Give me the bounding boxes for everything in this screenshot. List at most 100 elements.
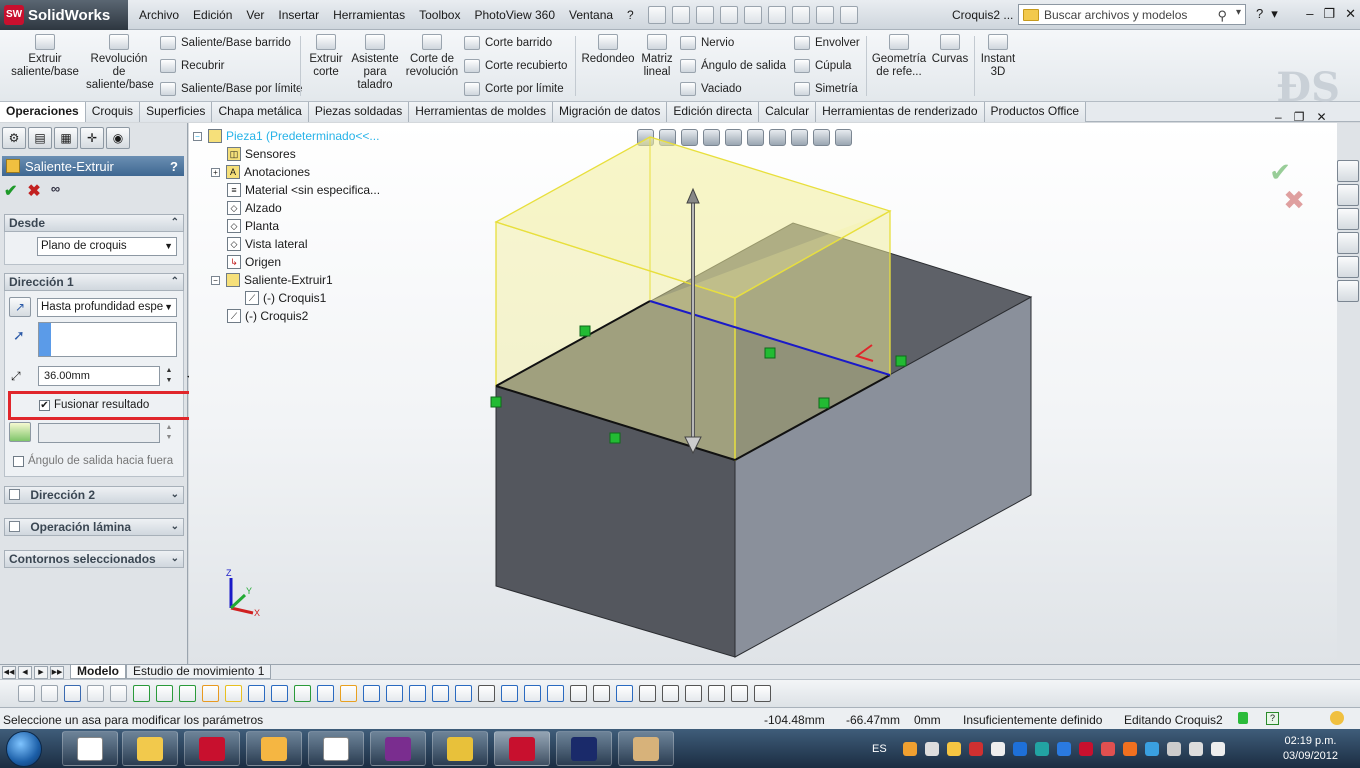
- menu-insertar[interactable]: Insertar: [271, 8, 326, 22]
- tray-icon[interactable]: [902, 741, 917, 756]
- undo-icon[interactable]: [744, 6, 762, 24]
- tab-migracion-datos[interactable]: Migración de datos: [552, 102, 668, 122]
- relation-icon[interactable]: [133, 685, 150, 702]
- tab-croquis[interactable]: Croquis: [85, 102, 141, 122]
- group-direccion-1[interactable]: Dirección 1 ⌃: [4, 273, 184, 291]
- custom-properties-icon[interactable]: [1337, 280, 1359, 302]
- tab-herramientas-moldes[interactable]: Herramientas de moldes: [409, 102, 553, 122]
- relation-icon[interactable]: [685, 685, 702, 702]
- relation-marker[interactable]: [895, 355, 907, 367]
- relation-icon[interactable]: [524, 685, 541, 702]
- extrude-cut-button[interactable]: Extruir corte: [306, 34, 346, 79]
- menu-herramientas[interactable]: Herramientas: [326, 8, 412, 22]
- relation-icon[interactable]: [340, 685, 357, 702]
- relation-icon[interactable]: [271, 685, 288, 702]
- restore-icon[interactable]: ❐: [1323, 6, 1335, 22]
- rebuild-icon[interactable]: [792, 6, 810, 24]
- taskbar-app-winrar[interactable]: [370, 731, 426, 766]
- tray-icon[interactable]: [946, 741, 961, 756]
- wrap-button[interactable]: Envolver: [794, 36, 860, 50]
- fillet-button[interactable]: Redondeo: [580, 34, 636, 66]
- relation-icon[interactable]: [317, 685, 334, 702]
- shell-button[interactable]: Vaciado: [680, 82, 742, 96]
- relation-icon[interactable]: [754, 685, 771, 702]
- taskbar-app-viewer[interactable]: [556, 731, 612, 766]
- menu-archivo[interactable]: Archivo: [132, 8, 186, 22]
- dome-button[interactable]: Cúpula: [794, 59, 851, 73]
- relation-marker[interactable]: [490, 396, 502, 408]
- collapse-icon[interactable]: ⌃: [171, 215, 179, 231]
- relation-marker[interactable]: [764, 347, 776, 359]
- revolve-cut-button[interactable]: Corte de revolución: [404, 34, 460, 79]
- from-select[interactable]: Plano de croquis ▼: [37, 237, 177, 256]
- merge-result-checkbox[interactable]: ✔ Fusionar resultado: [39, 399, 149, 411]
- file-properties-icon[interactable]: [816, 6, 834, 24]
- view-palette-icon[interactable]: [1337, 232, 1359, 254]
- reference-geometry-button[interactable]: Geometría de refe...: [870, 34, 928, 79]
- home-icon[interactable]: [1337, 160, 1359, 182]
- swept-boss-button[interactable]: Saliente/Base barrido: [160, 36, 291, 50]
- tab-edicion-directa[interactable]: Edición directa: [667, 102, 760, 122]
- save-icon[interactable]: [696, 6, 714, 24]
- taskbar-app-acrobat[interactable]: [184, 731, 240, 766]
- tray-icon[interactable]: [1166, 741, 1181, 756]
- revolve-boss-button[interactable]: Revolución de saliente/base: [86, 34, 154, 92]
- display-manager-icon[interactable]: ◉: [106, 127, 130, 149]
- tab-calcular[interactable]: Calcular: [759, 102, 817, 122]
- previous-tab-icon[interactable]: ◀: [18, 665, 32, 679]
- close-icon[interactable]: ✕: [1345, 6, 1356, 22]
- help-icon[interactable]: ?: [1256, 6, 1263, 22]
- quick-tips-icon[interactable]: ?: [1266, 712, 1279, 725]
- restore-icon[interactable]: ❐: [1294, 110, 1305, 124]
- relation-icon[interactable]: [570, 685, 587, 702]
- relation-icon[interactable]: [478, 685, 495, 702]
- close-icon[interactable]: ✕: [1316, 110, 1326, 124]
- tab-piezas-soldadas[interactable]: Piezas soldadas: [308, 102, 410, 122]
- tab-productos-office[interactable]: Productos Office: [984, 102, 1086, 122]
- depth-spinner[interactable]: ▲ ▼: [163, 366, 175, 386]
- rebuild-status-icon[interactable]: [1238, 712, 1248, 724]
- open-document-icon[interactable]: [672, 6, 690, 24]
- relation-icon[interactable]: [409, 685, 426, 702]
- filter-icon[interactable]: [64, 685, 81, 702]
- draft-on-off-icon[interactable]: [9, 422, 31, 442]
- extrude-boss-button[interactable]: Extruir saliente/base: [8, 34, 82, 79]
- direction-selection-box[interactable]: [38, 322, 177, 357]
- tray-icon[interactable]: [1144, 741, 1159, 756]
- taskbar-app-outlook[interactable]: [246, 731, 302, 766]
- relation-icon[interactable]: [616, 685, 633, 702]
- cancel-x-icon[interactable]: ✖: [27, 181, 40, 201]
- group-contornos-seleccionados[interactable]: Contornos seleccionados ⌄: [4, 550, 184, 568]
- relation-icon[interactable]: [501, 685, 518, 702]
- tray-icon[interactable]: [924, 741, 939, 756]
- collapse-icon[interactable]: ⌃: [171, 274, 179, 290]
- network-icon[interactable]: [1210, 741, 1225, 756]
- relation-icon[interactable]: [708, 685, 725, 702]
- relation-icon[interactable]: [662, 685, 679, 702]
- relation-icon[interactable]: [156, 685, 173, 702]
- speaker-icon[interactable]: [1188, 741, 1203, 756]
- taskbar-app-paint[interactable]: [618, 731, 674, 766]
- taskbar-app-solidworks[interactable]: [494, 731, 550, 766]
- merge-result-box[interactable]: ✔: [39, 399, 50, 411]
- configuration-manager-icon[interactable]: ▦: [54, 127, 78, 149]
- group-operacion-lamina[interactable]: Operación lámina ⌄: [4, 518, 184, 536]
- end-condition-select[interactable]: Hasta profundidad espe ▼: [37, 298, 177, 317]
- detailed-preview-icon[interactable]: ∞: [51, 181, 60, 201]
- relation-marker[interactable]: [818, 397, 830, 409]
- relation-icon[interactable]: [639, 685, 656, 702]
- last-tab-icon[interactable]: ▶▶: [50, 665, 64, 679]
- search-icon[interactable]: ⚲: [1217, 8, 1227, 24]
- next-tab-icon[interactable]: ▶: [34, 665, 48, 679]
- expand-icon[interactable]: ⌄: [171, 487, 179, 503]
- relation-icon[interactable]: [432, 685, 449, 702]
- group-direccion-2[interactable]: Dirección 2 ⌄: [4, 486, 184, 504]
- minimize-icon[interactable]: –: [1306, 6, 1313, 22]
- menu-toolbox[interactable]: Toolbox: [412, 8, 467, 22]
- print-icon[interactable]: [720, 6, 738, 24]
- relation-icon[interactable]: [202, 685, 219, 702]
- rib-button[interactable]: Nervio: [680, 36, 734, 50]
- menu-ventana[interactable]: Ventana: [562, 8, 620, 22]
- mirror-button[interactable]: Simetría: [794, 82, 858, 96]
- tab-chapa-metalica[interactable]: Chapa metálica: [212, 102, 309, 122]
